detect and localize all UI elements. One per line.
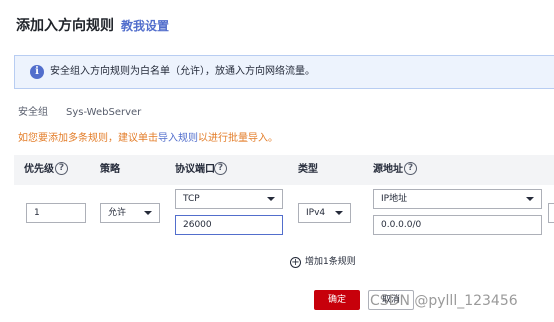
port-input[interactable]: 26000 (175, 215, 283, 235)
chevron-down-icon (526, 197, 534, 201)
policy-select[interactable]: 允许 (100, 203, 160, 223)
chevron-down-icon (267, 197, 275, 201)
add-circle-icon[interactable]: + (290, 257, 301, 268)
source-type-select[interactable]: IP地址 (373, 189, 542, 209)
tip-suffix: 以进行批量导入。 (198, 133, 278, 144)
info-icon: i (30, 65, 44, 79)
protocol-select[interactable]: TCP (175, 189, 283, 209)
watermark: CSDN @pylll_123456 (370, 293, 518, 309)
tip-prefix: 如您要添加多条规则，建议单击 (18, 133, 158, 144)
column-source: 源地址 (373, 164, 403, 175)
table-header (14, 155, 554, 185)
source-address-input[interactable]: 0.0.0.0/0 (373, 215, 542, 235)
column-policy: 策略 (100, 164, 120, 175)
policy-value: 允许 (108, 208, 127, 218)
help-icon[interactable]: ? (214, 162, 227, 175)
page-title: 添加入方向规则 (16, 18, 114, 34)
import-rules-link[interactable]: 导入规则 (158, 133, 198, 144)
batch-import-tip: 如您要添加多条规则，建议单击导入规则以进行批量导入。 (18, 132, 278, 146)
chevron-down-icon (144, 211, 152, 215)
type-value: IPv4 (306, 208, 326, 218)
truncated-column-field[interactable] (548, 203, 554, 223)
column-type: 类型 (298, 164, 318, 175)
help-icon[interactable]: ? (55, 162, 68, 175)
protocol-value: TCP (183, 194, 200, 204)
source-type-value: IP地址 (381, 194, 408, 204)
help-icon[interactable]: ? (404, 162, 417, 175)
type-select[interactable]: IPv4 (298, 203, 351, 223)
security-group-value: Sys-WebServer (66, 107, 142, 118)
column-priority: 优先级 (24, 164, 54, 175)
priority-input[interactable]: 1 (26, 203, 86, 223)
column-protocol-port: 协议端口 (175, 164, 215, 175)
security-group-label: 安全组 (18, 107, 48, 118)
info-notice: i 安全组入方向规则为白名单（允许），放通入方向网络流量。 (14, 55, 554, 89)
add-rule-button[interactable]: 增加1条规则 (305, 256, 356, 269)
notice-text: 安全组入方向规则为白名单（允许），放通入方向网络流量。 (50, 66, 315, 77)
chevron-down-icon (335, 211, 343, 215)
help-link[interactable]: 教我设置 (121, 16, 169, 36)
confirm-button[interactable]: 确定 (314, 290, 360, 310)
